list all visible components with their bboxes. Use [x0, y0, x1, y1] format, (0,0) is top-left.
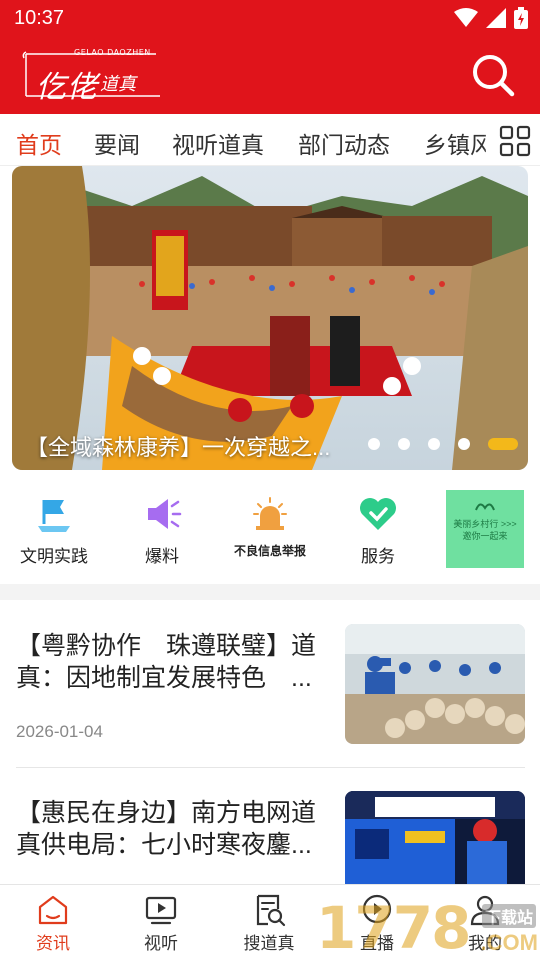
user-icon	[470, 895, 500, 926]
grid-icon	[499, 125, 531, 157]
tab-news[interactable]: 要闻	[94, 126, 140, 160]
news-item[interactable]: 【惠民在身边】南方电网道真供电局：七小时寒夜鏖...	[0, 791, 540, 884]
app-logo: GELAO DAOZHEN 仡佬 道真	[22, 48, 164, 105]
search-button[interactable]	[470, 52, 516, 98]
search-icon	[473, 55, 515, 97]
carousel-dot-active[interactable]	[488, 438, 518, 450]
section-divider	[0, 584, 540, 600]
quick-link-label: 文明实践	[20, 547, 88, 566]
tab-scroller[interactable]: 首页 要闻 视听道真 部门动态 乡镇风	[0, 114, 486, 165]
promo-text: 美丽乡村行 >>> 邀你一起来	[453, 519, 517, 541]
banner-image	[12, 166, 528, 470]
logo-title-sub: 道真	[100, 74, 136, 95]
banner-carousel[interactable]: 【全域森林康养】一次穿越之...	[12, 166, 528, 470]
carousel-dot[interactable]	[368, 438, 380, 450]
flag-icon	[38, 500, 70, 532]
nav-label: 资讯	[36, 934, 70, 953]
alarm-icon	[253, 497, 287, 530]
news-title: 【惠民在身边】南方电网道真供电局：七小时寒夜鏖...	[16, 799, 317, 859]
news-separator	[16, 767, 525, 768]
nav-item-news[interactable]: 资讯	[8, 893, 98, 954]
nav-item-live[interactable]: 直播	[332, 893, 422, 954]
logo-title-main: 仡佬	[36, 70, 98, 105]
quick-link-civilization[interactable]: 文明实践	[4, 494, 104, 567]
nav-label: 搜道真	[243, 934, 295, 953]
nav-item-search-daozhen[interactable]: 搜道真	[224, 893, 314, 954]
nav-item-video[interactable]: 视听	[116, 893, 206, 954]
quick-link-services[interactable]: 服务	[328, 494, 428, 567]
carousel-indicator	[368, 438, 518, 450]
status-time: 10:37	[14, 7, 65, 29]
tab-more-button[interactable]	[498, 124, 532, 158]
tab-towns[interactable]: 乡镇风	[424, 126, 486, 160]
tab-audio-video[interactable]: 视听道真	[172, 126, 264, 160]
heart-check-icon	[360, 498, 396, 530]
news-thumbnail	[345, 791, 525, 884]
play-circle-icon	[362, 894, 392, 924]
quick-link-label: 爆料	[145, 547, 179, 566]
search-doc-icon	[256, 894, 286, 927]
megaphone-icon	[148, 499, 182, 529]
home-icon	[38, 895, 68, 925]
tab-fade	[484, 114, 492, 165]
leaf-icon	[475, 503, 495, 511]
carousel-dot[interactable]	[458, 438, 470, 450]
quick-link-bad-info-report[interactable]: 不良信息举报	[220, 494, 320, 559]
tab-home[interactable]: 首页	[16, 126, 62, 160]
promo-tile[interactable]: 美丽乡村行 >>> 邀你一起来	[446, 490, 524, 568]
battery-icon	[514, 7, 528, 29]
wifi-icon	[454, 8, 478, 27]
news-item[interactable]: 【粤黔协作 珠遵联璧】道真：因地制宜发展特色 ... 2026-01-04	[0, 624, 540, 744]
quick-link-label: 服务	[361, 547, 395, 566]
signal-icon	[486, 8, 506, 28]
nav-label: 视听	[144, 934, 178, 953]
quick-link-label: 不良信息举报	[233, 544, 306, 558]
carousel-dot[interactable]	[428, 438, 440, 450]
news-date: 2026-01-04	[16, 722, 103, 741]
banner-caption: 【全域森林康养】一次穿越之...	[26, 435, 331, 460]
bottom-nav: 资讯 视听 搜道真 直播 我的	[0, 884, 540, 960]
logo-subtitle: GELAO DAOZHEN	[74, 48, 151, 57]
system-icons	[454, 6, 528, 30]
video-icon	[145, 896, 177, 925]
nav-label: 直播	[360, 934, 394, 953]
status-bar: 10:37	[0, 0, 540, 36]
carousel-dot[interactable]	[398, 438, 410, 450]
nav-label: 我的	[468, 934, 502, 953]
tab-department[interactable]: 部门动态	[298, 126, 390, 160]
app-header: GELAO DAOZHEN 仡佬 道真	[0, 36, 540, 114]
news-title: 【粤黔协作 珠遵联璧】道真：因地制宜发展特色 ...	[16, 632, 317, 692]
channel-tabs: 首页 要闻 视听道真 部门动态 乡镇风	[0, 114, 540, 166]
quick-link-report[interactable]: 爆料	[112, 494, 212, 567]
news-thumbnail	[345, 624, 525, 744]
nav-item-profile[interactable]: 我的	[440, 893, 530, 954]
